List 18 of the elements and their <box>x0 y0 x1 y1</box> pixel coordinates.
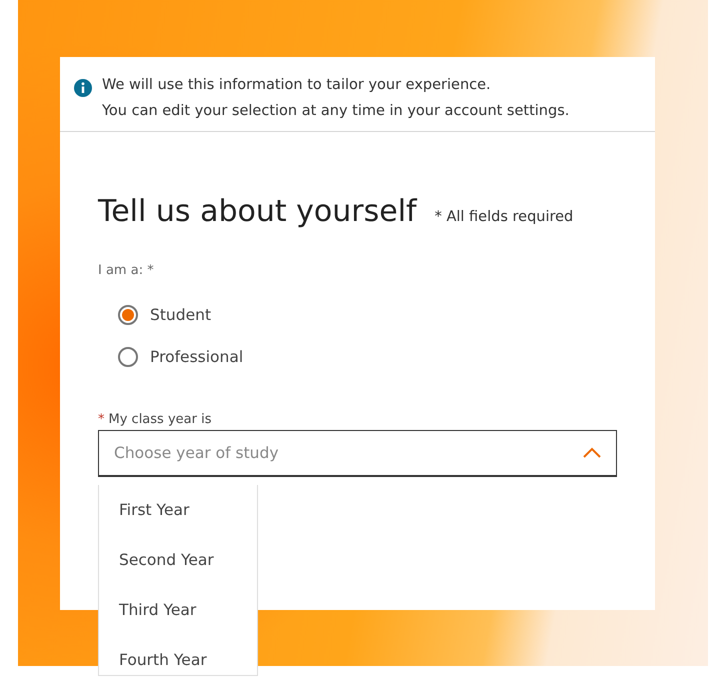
field-label: My class year is <box>108 412 212 427</box>
radio-label[interactable]: Professional <box>150 348 244 366</box>
required-asterisk: * <box>98 412 104 427</box>
radio-button[interactable] <box>118 305 138 325</box>
radio-label[interactable]: Student <box>150 306 212 324</box>
info-icon <box>74 79 92 97</box>
question-label: I am a: * <box>98 263 155 278</box>
dropdown-placeholder: Choose year of study <box>114 444 279 462</box>
dropdown-option[interactable]: Fourth Year <box>99 635 257 675</box>
year-dropdown[interactable]: Choose year of study <box>98 430 617 477</box>
info-text: You can edit your selection at any time in your account settings. <box>102 103 570 119</box>
required-note: * All fields required <box>434 209 574 225</box>
radio-button[interactable] <box>118 347 138 367</box>
dropdown-option[interactable]: Third Year <box>99 585 257 635</box>
dropdown-option[interactable]: Second Year <box>99 535 257 585</box>
dropdown-option[interactable]: First Year <box>99 485 257 535</box>
info-text: We will use this information to tailor your experience. <box>102 77 492 93</box>
form-title: Tell us about yourself <box>98 194 417 229</box>
